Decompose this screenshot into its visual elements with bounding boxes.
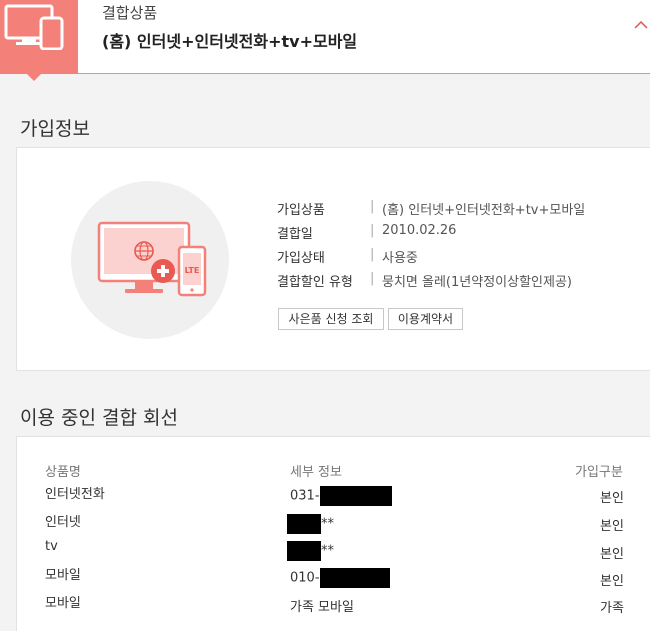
info-label: 가입상품 [277,203,325,218]
info-value: 2010.02.26 [382,223,457,238]
svg-text:LTE: LTE [185,266,200,275]
row-product: 인터넷전화 [45,487,105,502]
detail-suffix: ** [321,543,334,559]
detail-prefix: 031- [290,488,320,504]
lines-title: 이용 중인 결합 회선 [20,407,178,429]
row-type: 본인 [600,491,624,506]
row-type: 본인 [600,547,624,562]
monitor-phone-lte-icon: LTE [97,221,207,297]
row-type: 본인 [600,519,624,534]
column-product: 상품명 [45,465,81,480]
info-row-product: 가입상품 | (홈) 인터넷+인터넷전화+tv+모바일 [277,199,585,219]
column-type: 가입구분 [575,465,623,480]
header-pointer [27,74,41,81]
row-product: 모바일 [45,596,81,611]
detail-suffix: ** [321,516,334,532]
signup-info-title: 가입정보 [20,118,90,140]
column-detail: 세부 정보 [290,465,342,480]
info-row-status: 가입상태 | 사용중 [277,247,418,267]
redacted-mask [319,486,392,506]
header-icon-box [0,0,78,74]
redacted-mask [287,541,321,561]
row-detail: 가족 모바일 [290,600,354,615]
row-type: 본인 [600,574,624,589]
info-label: 결합일 [277,227,313,242]
product-illustration: LTE [71,181,229,339]
info-separator: | [370,199,375,214]
info-label: 가입상태 [277,251,325,266]
row-type: 가족 [600,601,624,616]
info-label: 결합할인 유형 [277,275,353,290]
info-row-date: 결합일 | 2010.02.26 [277,223,456,243]
lines-card: 상품명 세부 정보 가입구분 인터넷전화 031- 본인 인터넷 ** 본인 t… [16,436,650,631]
row-detail: 031- [290,486,392,506]
gift-inquiry-button[interactable]: 사은품 신청 조회 [278,308,384,330]
row-detail: 010- [290,568,390,588]
signup-info-card: LTE 가입상품 | (홈) 인터넷+인터넷전화+tv+모바일 결합일 | 20… [16,147,650,371]
product-header: 결합상품 (홈) 인터넷+인터넷전화+tv+모바일 [0,0,650,81]
info-row-discount: 결합할인 유형 | 뭉치면 올레(1년약정이상할인제공) [277,271,572,291]
row-product: 인터넷 [45,515,81,530]
info-value: 사용중 [382,251,418,266]
contract-button[interactable]: 이용계약서 [388,308,463,330]
header-title: (홈) 인터넷+인터넷전화+tv+모바일 [102,32,358,51]
info-value: 뭉치면 올레(1년약정이상할인제공) [382,275,572,290]
chevron-up-icon[interactable] [634,20,648,29]
info-separator: | [370,271,375,286]
redacted-mask [287,514,321,534]
info-separator: | [370,223,375,238]
info-separator: | [370,247,375,262]
header-subtitle: 결합상품 [102,4,158,22]
info-value: (홈) 인터넷+인터넷전화+tv+모바일 [382,203,586,218]
detail-prefix: 010- [290,570,320,586]
devices-icon [4,4,64,50]
redacted-mask [319,568,390,588]
row-product: 모바일 [45,568,81,583]
row-product: tv [45,539,58,554]
row-detail: ** [287,541,334,561]
row-detail: ** [287,514,334,534]
